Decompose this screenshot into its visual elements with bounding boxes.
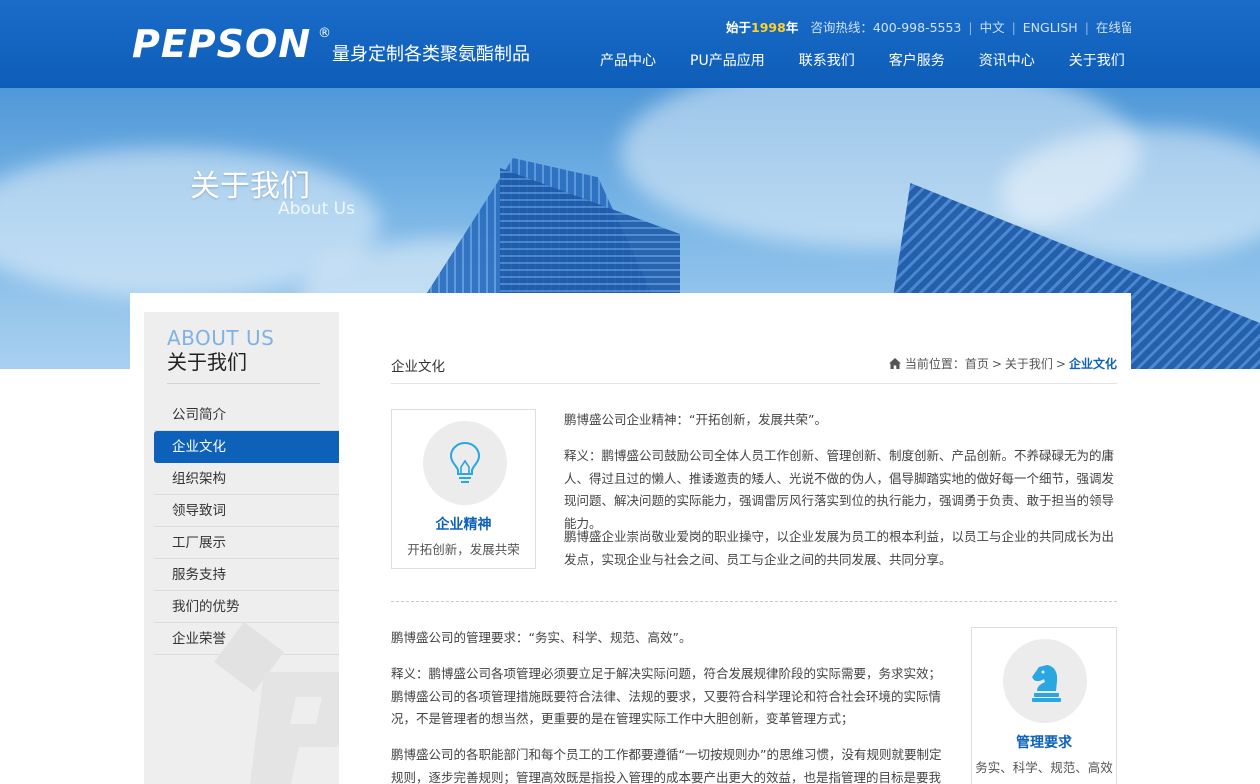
nav-item-about[interactable]: 关于我们 — [1069, 50, 1125, 70]
since-badge: 始于1998年 — [726, 20, 799, 35]
sidebar-item-leader-speech[interactable]: 领导致词 — [154, 495, 339, 527]
management-paragraph: 鹏博盛公司的管理要求：“务实、科学、规范、高效”。 — [391, 630, 692, 645]
sidebar-item-service-support[interactable]: 服务支持 — [154, 559, 339, 591]
logo-text: PEPSON — [132, 22, 312, 66]
icon-circle — [423, 421, 507, 505]
management-paragraph-2: 鹏博盛公司的各职能部门和每个员工的工作都要遵循“一切按规则办”的思维习惯，没有规… — [391, 747, 942, 784]
sidebar-item-factory[interactable]: 工厂展示 — [154, 527, 339, 559]
top-bar: 始于1998年 咨询热线：400-998-5553 | 中文 | ENGLISH… — [726, 17, 1131, 36]
spirit-paragraph-2: 鹏博盛企业崇尚敬业爱岗的职业操守，以企业发展为员工的根本利益，以员工与企业的共同… — [564, 529, 1115, 567]
nav-item-news[interactable]: 资讯中心 — [979, 50, 1035, 70]
management-subtitle: 务实、科学、规范、高效 — [975, 760, 1113, 775]
management-card: 管理要求 务实、科学、规范、高效 — [971, 627, 1117, 784]
chess-knight-icon — [1032, 665, 1061, 702]
breadcrumb: 当前位置： 首页 > 关于我们 > 企业文化 — [888, 355, 1117, 372]
sidebar-title-cn: 关于我们 — [167, 350, 247, 374]
divider — [167, 383, 320, 384]
online-message-link[interactable]: 在线留言 — [1096, 20, 1131, 35]
slogan: 量身定制各类聚氨酯制品 — [332, 44, 530, 65]
icon-circle — [1003, 639, 1087, 723]
management-explanation: 释义：鹏博盛公司各项管理必须要立足于解决实际问题，符合发展规律阶段的实际需要，务… — [391, 666, 942, 726]
banner-subtitle: About Us — [278, 199, 355, 219]
management-title: 管理要求 — [1016, 735, 1072, 751]
spirit-title: 企业精神 — [435, 517, 492, 533]
nav-item-contact[interactable]: 联系我们 — [799, 50, 855, 70]
breadcrumb-home[interactable]: 首页 — [965, 355, 989, 372]
home-icon — [888, 358, 901, 369]
logo[interactable]: PEPSON ® — [132, 22, 331, 66]
site-header: PEPSON ® 量身定制各类聚氨酯制品 始于1998年 咨询热线：400-99… — [0, 0, 1260, 88]
logo-watermark-icon — [214, 622, 339, 784]
content-card: ABOUT US 关于我们 公司简介 企业文化 组织架构 领导致词 工厂展示 服… — [130, 293, 1131, 784]
main-nav: 产品中心 PU产品应用 联系我们 客户服务 资讯中心 关于我们 — [600, 50, 1125, 70]
spirit-card: 企业精神 开拓创新，发展共荣 — [391, 409, 536, 569]
breadcrumb-current: 企业文化 — [1068, 357, 1117, 371]
sidebar-item-organization[interactable]: 组织架构 — [154, 463, 339, 495]
sidebar-item-corporate-culture[interactable]: 企业文化 — [154, 431, 339, 463]
sidebar: ABOUT US 关于我们 公司简介 企业文化 组织架构 领导致词 工厂展示 服… — [144, 312, 339, 784]
spirit-subtitle: 开拓创新，发展共荣 — [407, 542, 520, 557]
breadcrumb-parent[interactable]: 关于我们 — [1005, 355, 1053, 372]
page-title: 企业文化 — [391, 359, 445, 375]
nav-item-customer-service[interactable]: 客户服务 — [889, 50, 945, 70]
dashed-divider — [391, 601, 1117, 602]
breadcrumb-label: 当前位置： — [904, 357, 965, 371]
sidebar-item-company-profile[interactable]: 公司简介 — [154, 399, 339, 431]
lang-en-link[interactable]: ENGLISH — [1023, 20, 1078, 35]
spirit-paragraph: 鹏博盛公司企业精神：“开拓创新，发展共荣”。 — [564, 412, 827, 427]
lightbulb-icon — [449, 441, 481, 483]
spirit-explanation: 释义：鹏博盛公司鼓励公司全体人员工作创新、管理创新、制度创新、产品创新。不养碌碌… — [564, 448, 1115, 531]
lang-cn-link[interactable]: 中文 — [980, 20, 1005, 35]
nav-item-products[interactable]: 产品中心 — [600, 50, 656, 70]
nav-item-pu-applications[interactable]: PU产品应用 — [690, 50, 765, 70]
hotline: 咨询热线：400-998-5553 — [810, 20, 962, 35]
registered-mark: ® — [318, 26, 331, 41]
section-header: 企业文化 当前位置： 首页 > 关于我们 > 企业文化 — [391, 354, 1117, 384]
